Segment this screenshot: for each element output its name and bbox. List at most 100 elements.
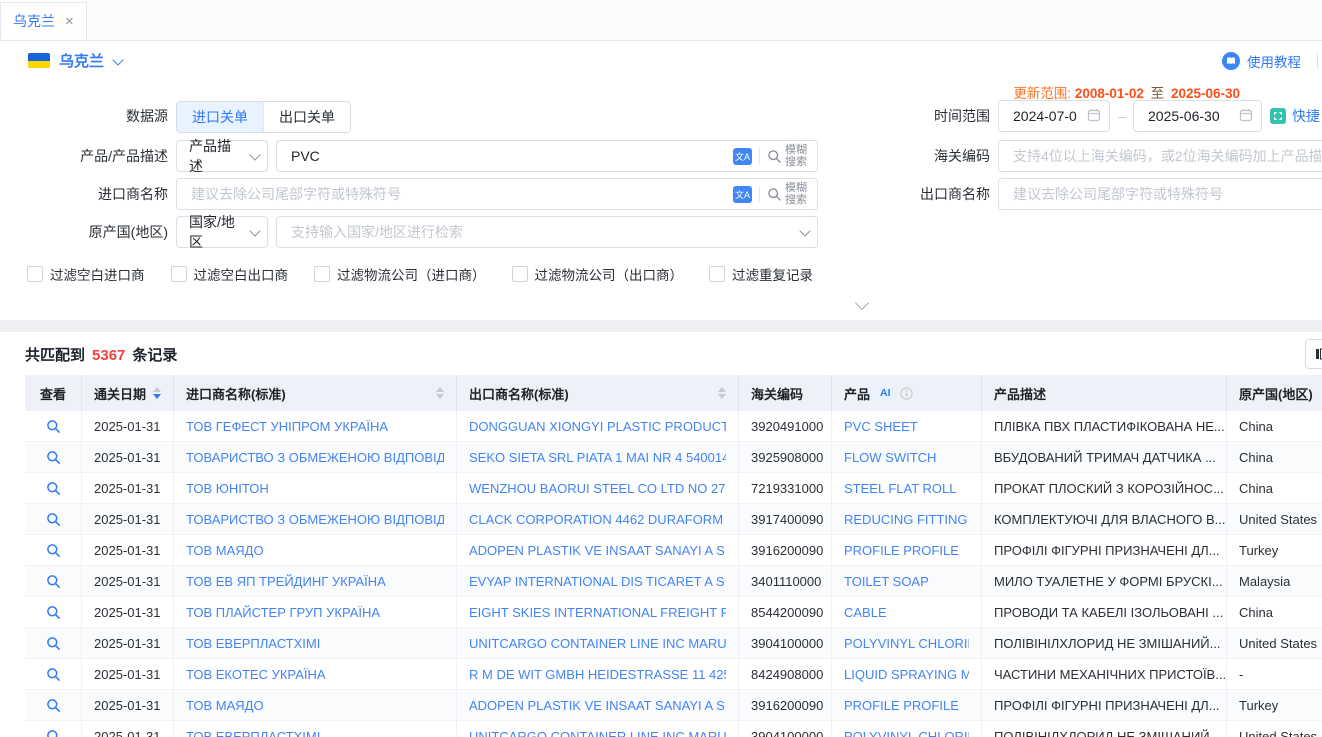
sort-asc-icon[interactable] (436, 387, 444, 392)
product-value[interactable]: FLOW SWITCH (844, 450, 936, 465)
product-value[interactable]: STEEL FLAT ROLL (844, 481, 956, 496)
importer-input[interactable]: 文A 模糊搜索 (176, 178, 818, 210)
checkbox-icon[interactable] (709, 266, 725, 282)
product-value[interactable]: POLYVINYL CHLORIDE (844, 729, 969, 737)
country-title[interactable]: 乌克兰 (59, 50, 104, 71)
view-record-button[interactable] (25, 721, 82, 737)
exporter-value[interactable]: CLACK CORPORATION 4462 DURAFORM L... (469, 512, 726, 527)
sort-control[interactable] (153, 387, 161, 399)
exporter-value[interactable]: SEKO SIETA SRL PIATA 1 MAI NR 4 5400141 … (469, 450, 726, 465)
sort-control[interactable] (436, 387, 444, 399)
date-end-input[interactable] (1133, 100, 1262, 132)
exporter-value[interactable]: UNITCARGO CONTAINER LINE INC MARUB... (469, 729, 726, 737)
view-record-button[interactable] (25, 597, 82, 627)
filter-checkbox[interactable]: 过滤空白出口商 (171, 264, 289, 284)
fuzzy-search-button[interactable]: 模糊搜索 (767, 144, 809, 168)
product-search-value[interactable] (289, 147, 726, 165)
date-value: 2025-01-31 (94, 512, 161, 527)
product-value[interactable]: POLYVINYL CHLORIDE (844, 636, 969, 651)
product-value[interactable]: PVC SHEET (844, 419, 918, 434)
importer-value[interactable]: ТОВ МАЯДО (186, 543, 264, 558)
date-end-value[interactable] (1146, 107, 1232, 125)
filter-checkbox[interactable]: 过滤空白进口商 (27, 264, 145, 284)
fuzzy-search-button[interactable]: 模糊搜索 (767, 182, 809, 206)
importer-value[interactable]: ТОВ ЕВЕРПЛАСТХІМІ (186, 729, 320, 737)
tab-ukraine[interactable]: 乌克兰 × (0, 2, 87, 39)
product-value[interactable]: LIQUID SPRAYING ME... (844, 667, 969, 682)
view-record-button[interactable] (25, 566, 82, 596)
importer-cell: ТОВАРИСТВО З ОБМЕЖЕНОЮ ВІДПОВІД... (174, 442, 457, 472)
sort-asc-icon[interactable] (718, 387, 726, 392)
hs-code-input[interactable] (998, 140, 1322, 172)
column-header[interactable]: 进口商名称(标准) (174, 375, 457, 411)
translate-icon[interactable]: 文A (733, 186, 752, 203)
product-value[interactable]: PROFILE PROFILE (844, 543, 959, 558)
view-record-button[interactable] (25, 628, 82, 658)
view-record-button[interactable] (25, 535, 82, 565)
sort-asc-icon[interactable] (153, 387, 161, 392)
exporter-value[interactable]: R M DE WIT GMBH HEIDESTRASSE 11 4254... (469, 667, 726, 682)
hs-code-value[interactable] (1011, 147, 1322, 165)
chevron-down-icon[interactable] (112, 54, 123, 65)
date-start-input[interactable] (998, 100, 1110, 132)
exporter-value[interactable]: EVYAP INTERNATIONAL DIS TICARET A S IS..… (469, 574, 726, 589)
importer-value[interactable]: ТОВАРИСТВО З ОБМЕЖЕНОЮ ВІДПОВІД... (186, 450, 444, 465)
importer-value[interactable] (189, 185, 726, 203)
importer-value[interactable]: ТОВ ЕВ ЯП ТРЕЙДИНГ УКРАЇНА (186, 574, 386, 589)
importer-value[interactable]: ТОВАРИСТВО З ОБМЕЖЕНОЮ ВІДПОВІД... (186, 512, 444, 527)
importer-value[interactable]: ТОВ ЕВЕРПЛАСТХІМІ (186, 636, 320, 651)
sort-control[interactable] (718, 387, 726, 399)
exporter-input[interactable] (998, 178, 1322, 210)
importer-value[interactable]: ТОВ ПЛАЙСТЕР ГРУП УКРАЇНА (186, 605, 380, 620)
importer-value[interactable]: ТОВ МАЯДО (186, 698, 264, 713)
column-header[interactable]: 通关日期 (82, 375, 174, 411)
view-record-button[interactable] (25, 411, 82, 441)
product-type-select[interactable]: 产品描述 (176, 140, 268, 172)
importer-value[interactable]: ТОВ ЕКОТЕС УКРАЇНА (186, 667, 326, 682)
filter-checkbox[interactable]: 过滤重复记录 (709, 264, 813, 284)
product-value[interactable]: CABLE (844, 605, 887, 620)
sort-desc-icon[interactable] (718, 394, 726, 399)
checkbox-icon[interactable] (171, 266, 187, 282)
tutorial-link[interactable]: 使用教程 (1247, 51, 1301, 71)
checkbox-icon[interactable] (314, 266, 330, 282)
view-record-button[interactable] (25, 504, 82, 534)
sort-desc-icon[interactable] (436, 394, 444, 399)
datasource-option[interactable]: 进口关单 (177, 102, 263, 132)
datasource-option[interactable]: 出口关单 (263, 102, 350, 132)
exporter-value[interactable] (1011, 185, 1322, 203)
product-value[interactable]: PROFILE PROFILE (844, 698, 959, 713)
info-icon[interactable] (900, 387, 913, 400)
origin-type-select[interactable]: 国家/地区 (176, 216, 268, 248)
close-icon[interactable]: × (65, 14, 74, 29)
view-record-button[interactable] (25, 690, 82, 720)
product-value[interactable]: TOILET SOAP (844, 574, 929, 589)
exporter-value[interactable]: WENZHOU BAORUI STEEL CO LTD NO 2792... (469, 481, 726, 496)
translate-icon[interactable]: 文A (733, 148, 752, 165)
origin-country-select[interactable] (276, 216, 818, 248)
origin-country-value[interactable] (289, 223, 794, 241)
collapse-filters-button[interactable] (828, 296, 896, 314)
quick-search-button[interactable]: 快捷 (1270, 101, 1320, 131)
sort-desc-icon[interactable] (153, 394, 161, 399)
view-record-button[interactable] (25, 473, 82, 503)
product-search-input[interactable]: 文A 模糊搜索 (276, 140, 818, 172)
filter-checkbox[interactable]: 过滤物流公司（进口商） (314, 264, 486, 284)
exporter-value[interactable]: UNITCARGO CONTAINER LINE INC MARUB... (469, 636, 726, 651)
column-header[interactable]: 出口商名称(标准) (457, 375, 739, 411)
importer-value[interactable]: ТОВ ЮНІТОН (186, 481, 269, 496)
view-record-button[interactable] (25, 442, 82, 472)
product-value[interactable]: REDUCING FITTING (844, 512, 968, 527)
date-start-value[interactable] (1011, 107, 1080, 125)
filter-checkbox[interactable]: 过滤物流公司（出口商） (512, 264, 684, 284)
exporter-value[interactable]: DONGGUAN XIONGYI PLASTIC PRODUCTS ... (469, 419, 726, 434)
view-record-button[interactable] (25, 659, 82, 689)
table-settings-button[interactable] (1305, 339, 1322, 369)
exporter-value[interactable]: EIGHT SKIES INTERNATIONAL FREIGHT FOR... (469, 605, 726, 620)
importer-value[interactable]: ТОВ ГЕФЕСТ УНІПРОМ УКРАЇНА (186, 419, 388, 434)
checkbox-icon[interactable] (27, 266, 43, 282)
origin-cell: - (1227, 659, 1322, 689)
exporter-value[interactable]: ADOPEN PLASTIK VE INSAAT SANAYI A S O... (469, 543, 726, 558)
checkbox-icon[interactable] (512, 266, 528, 282)
exporter-value[interactable]: ADOPEN PLASTIK VE INSAAT SANAYI A S O... (469, 698, 726, 713)
